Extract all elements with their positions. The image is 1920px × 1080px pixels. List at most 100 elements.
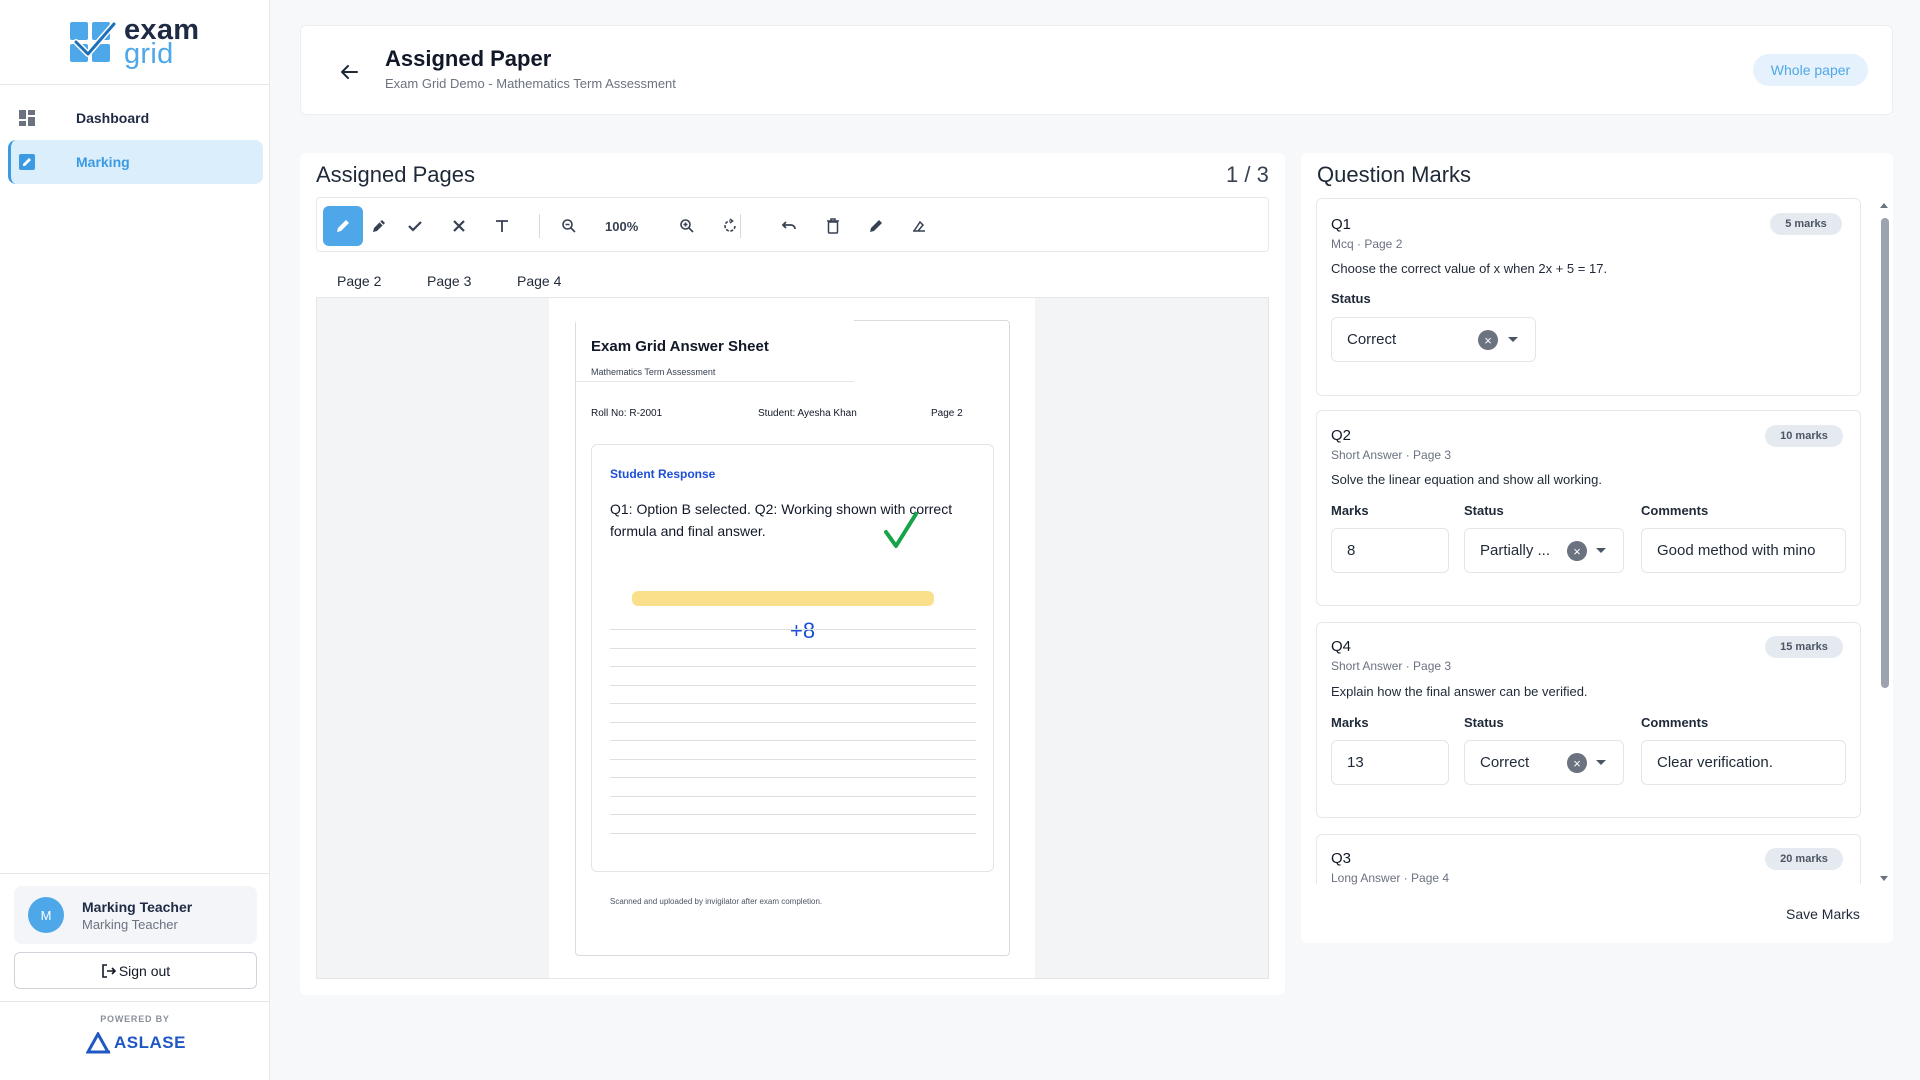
pencil-icon: [337, 220, 349, 232]
comment-input-q4[interactable]: Clear verification.: [1641, 740, 1846, 785]
chevron-down-icon[interactable]: [1508, 337, 1518, 342]
undo-button[interactable]: [769, 206, 809, 246]
cross-icon: [453, 220, 465, 232]
ruled-line: [610, 740, 976, 741]
chevron-down-icon[interactable]: [1596, 760, 1606, 765]
roll-number: Roll No: R-2001: [591, 408, 663, 419]
sidebar: exam grid Dashboard Marking M Marking Te…: [0, 0, 270, 1080]
ruled-line: [610, 833, 976, 834]
marks-input-q4[interactable]: 13: [1331, 740, 1449, 785]
zoom-in-button[interactable]: [667, 206, 707, 246]
question-meta: Long Answer · Page 4: [1331, 871, 1450, 885]
chevron-down-icon[interactable]: [1596, 548, 1606, 553]
status-value: Correct: [1480, 754, 1530, 771]
question-id: Q4: [1331, 638, 1352, 655]
scroll-up-icon[interactable]: [1880, 203, 1888, 208]
mark-annotation[interactable]: +8: [790, 618, 815, 644]
dashboard-icon: [19, 110, 35, 126]
status-label: Status: [1331, 291, 1371, 306]
whole-paper-button[interactable]: Whole paper: [1753, 54, 1868, 86]
panel-title: Question Marks: [1317, 162, 1472, 187]
sidebar-item-marking[interactable]: Marking: [8, 140, 263, 184]
text-tool-button[interactable]: [482, 206, 522, 246]
comment-value: Good method with mino: [1657, 542, 1816, 559]
user-card: M Marking Teacher Marking Teacher: [14, 886, 257, 944]
zoom-out-button[interactable]: [549, 206, 589, 246]
marks-badge: 10 marks: [1765, 425, 1843, 447]
powered-by-label: POWERED BY: [100, 1014, 170, 1024]
eraser-button[interactable]: [899, 206, 939, 246]
clear-status-icon[interactable]: ×: [1567, 541, 1587, 561]
question-text: Choose the correct value of x when 2x + …: [1331, 261, 1608, 276]
check-icon: [408, 221, 422, 232]
marks-input-q2[interactable]: 8: [1331, 528, 1449, 573]
draw-line-button[interactable]: [856, 206, 896, 246]
status-select-q1[interactable]: Correct: [1331, 317, 1536, 362]
zoom-level: 100%: [605, 218, 639, 234]
ruled-line: [610, 703, 976, 704]
ruled-line: [610, 648, 976, 649]
sign-out-label: Sign out: [118, 962, 171, 979]
save-marks-button[interactable]: Save Marks: [1786, 906, 1860, 922]
clear-status-icon[interactable]: ×: [1567, 753, 1587, 773]
marks-badge: 5 marks: [1770, 213, 1842, 235]
avatar: M: [28, 897, 64, 933]
cross-tool-button[interactable]: [439, 206, 479, 246]
pen-tool-button[interactable]: [323, 206, 363, 246]
tab-page-3[interactable]: Page 3: [427, 273, 471, 289]
aslase-mark-icon: [86, 1032, 111, 1054]
marker-tool-button[interactable]: [359, 206, 399, 246]
status-label: Status: [1464, 715, 1504, 730]
annotation-toolbar: 100%: [316, 197, 1269, 252]
tab-page-2[interactable]: Page 2: [337, 273, 381, 289]
question-text: Solve the linear equation and show all w…: [1331, 472, 1603, 487]
panel-title: Assigned Pages: [316, 162, 475, 187]
eraser-icon: [913, 220, 925, 232]
sign-out-button[interactable]: Sign out: [14, 952, 257, 989]
clear-status-icon[interactable]: ×: [1478, 330, 1498, 350]
highlight-annotation[interactable]: [632, 591, 934, 606]
student-name: Student: Ayesha Khan: [758, 408, 857, 419]
status-label: Status: [1464, 503, 1504, 518]
sidebar-item-dashboard[interactable]: Dashboard: [8, 96, 263, 140]
comments-label: Comments: [1641, 503, 1709, 518]
question-id: Q3: [1331, 850, 1352, 867]
ruled-line: [610, 777, 976, 778]
exam-grid-logo[interactable]: exam grid: [68, 16, 218, 69]
scrollbar-thumb[interactable]: [1881, 218, 1889, 688]
check-mark-annotation-icon[interactable]: [884, 512, 918, 550]
ruled-line: [610, 629, 976, 630]
tick-tool-button[interactable]: [395, 206, 435, 246]
edit-square-icon: [19, 154, 35, 170]
sheet-title: Exam Grid Answer Sheet: [591, 338, 769, 355]
ruled-line: [610, 814, 976, 815]
tab-page-4[interactable]: Page 4: [517, 273, 561, 289]
response-text: Q1: Option B selected. Q2: Working shown…: [610, 501, 953, 539]
sidebar-item-label: Marking: [76, 154, 130, 170]
ruled-line: [610, 796, 976, 797]
ruled-line: [610, 722, 976, 723]
response-label: Student Response: [610, 467, 716, 481]
ruled-line: [610, 685, 976, 686]
question-id: Q2: [1331, 427, 1352, 444]
rotate-button[interactable]: [710, 206, 750, 246]
user-name: Marking Teacher: [82, 898, 193, 915]
aslase-logo: ASLASE: [86, 1032, 186, 1054]
user-role: Marking Teacher: [82, 916, 178, 932]
scroll-down-icon[interactable]: [1880, 876, 1888, 881]
comment-input-q2[interactable]: Good method with mino: [1641, 528, 1846, 573]
ruled-line: [610, 666, 976, 667]
status-value: Partially ...: [1480, 542, 1551, 559]
marks-badge: 15 marks: [1765, 636, 1843, 658]
delete-button[interactable]: [813, 206, 853, 246]
marks-label: Marks: [1331, 503, 1369, 518]
marks-value: 8: [1347, 542, 1356, 559]
rotate-icon: [724, 218, 736, 232]
question-meta: Short Answer · Page 3: [1331, 659, 1452, 673]
marks-badge: 20 marks: [1765, 848, 1843, 870]
marker-icon: [373, 220, 385, 232]
logout-icon: [102, 963, 116, 978]
company-name: ASLASE: [114, 1033, 186, 1052]
question-meta: Short Answer · Page 3: [1331, 448, 1452, 462]
back-arrow-icon[interactable]: [339, 62, 359, 82]
